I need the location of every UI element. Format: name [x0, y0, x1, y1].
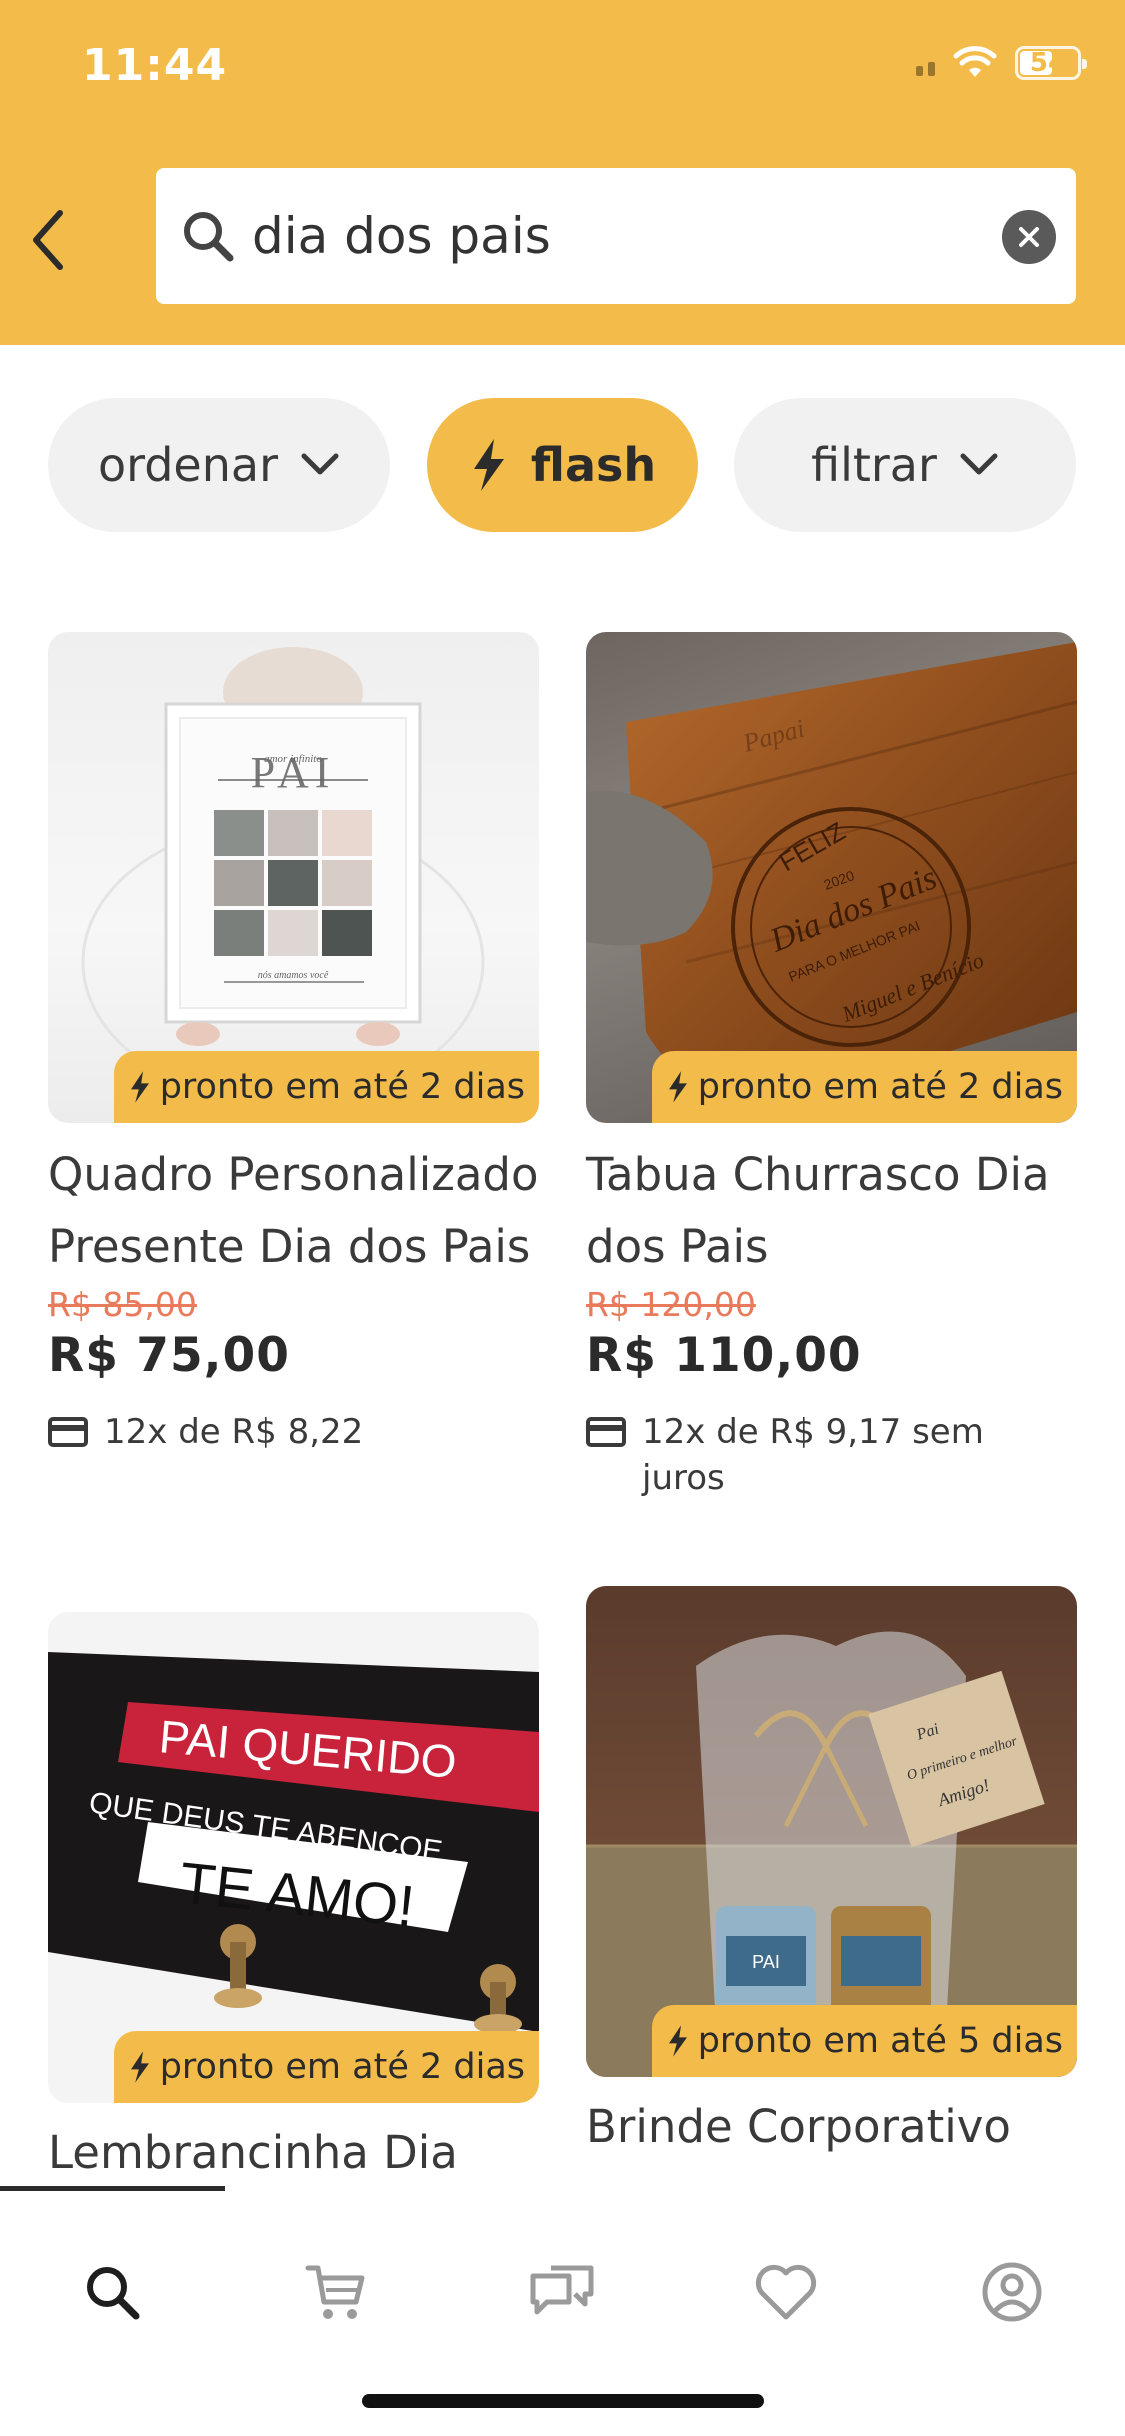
delivery-badge-label: pronto em até 5 dias: [697, 2021, 1063, 2061]
product-installments: 12x de R$ 9,17 sem juros: [586, 1409, 1077, 1501]
product-price: R$ 75,00: [48, 1328, 290, 1383]
delivery-badge: pronto em até 2 dias: [113, 2031, 539, 2103]
nav-search[interactable]: [72, 2252, 152, 2332]
sort-button[interactable]: ordenar: [48, 398, 390, 532]
product-title[interactable]: Lembrancinha Dia: [48, 2117, 539, 2189]
signal-icon: [916, 50, 935, 76]
frame-photo: PAI amor infinito nós amamos você: [81, 647, 485, 1104]
lightning-icon: [473, 439, 504, 491]
product-price: R$ 110,00: [586, 1328, 862, 1383]
status-time: 11:44: [82, 40, 228, 91]
profile-icon: [982, 2262, 1042, 2322]
product-card[interactable]: PAI QUERIDO QUE DEUS TE ABENÇOE TE AMO! …: [48, 1612, 539, 2189]
nav-messages[interactable]: [522, 2252, 602, 2332]
search-input[interactable]: [252, 204, 952, 268]
product-title[interactable]: Tabua Churrasco Dia dos Pais: [586, 1139, 1077, 1283]
product-image[interactable]: PAI amor infinito nós amamos você pronto…: [48, 632, 539, 1123]
flash-filter-button[interactable]: flash: [427, 398, 698, 532]
installments-text: 12x de R$ 8,22: [104, 1412, 364, 1452]
close-icon: [1019, 227, 1039, 247]
nav-cart[interactable]: [296, 2252, 376, 2332]
product-title[interactable]: Quadro Personalizado Presente Dia dos Pa…: [48, 1139, 539, 1283]
chat-icon: [530, 2265, 594, 2315]
lightning-icon: [130, 1071, 149, 1103]
delivery-badge: pronto em até 2 dias: [113, 1051, 539, 1123]
lightning-icon: [668, 2025, 687, 2057]
product-card[interactable]: PAI amor infinito nós amamos você pronto…: [48, 632, 539, 1455]
credit-card-icon: [586, 1417, 626, 1447]
product-card[interactable]: FELIZ 2020 Dia dos Pais PARA O MELHOR PA…: [586, 632, 1077, 1501]
nav-favorites[interactable]: [746, 2252, 826, 2332]
nav-profile[interactable]: [972, 2252, 1052, 2332]
heart-icon: [755, 2264, 817, 2320]
cutting-board-photo: FELIZ 2020 Dia dos Pais PARA O MELHOR PA…: [586, 642, 1077, 1102]
search-icon: [87, 2267, 140, 2320]
frame-footer: nós amamos você: [258, 970, 329, 981]
cart-icon: [305, 2265, 365, 2319]
home-indicator: [362, 2394, 764, 2408]
sort-label: ordenar: [97, 438, 278, 492]
product-card[interactable]: PAI Pai O primeiro e melhor Amigo! pront…: [586, 1586, 1077, 2163]
filter-label: filtrar: [811, 438, 937, 492]
chevron-left-icon: [33, 210, 63, 270]
flash-label: flash: [530, 438, 657, 492]
delivery-badge-label: pronto em até 2 dias: [159, 2047, 525, 2087]
delivery-badge: pronto em até 2 dias: [651, 1051, 1077, 1123]
chevron-down-icon: [301, 453, 339, 475]
product-old-price: R$ 85,00: [48, 1285, 197, 1324]
bottle-label: PAI: [752, 1952, 780, 1972]
key-holder-photo: PAI QUERIDO QUE DEUS TE ABENÇOE TE AMO!: [48, 1652, 539, 2034]
installments-text: 12x de R$ 9,17 sem juros: [642, 1412, 984, 1498]
product-image[interactable]: FELIZ 2020 Dia dos Pais PARA O MELHOR PA…: [586, 632, 1077, 1123]
delivery-badge-label: pronto em até 2 dias: [159, 1067, 525, 1107]
search-bar[interactable]: [156, 168, 1076, 304]
lightning-icon: [130, 2051, 149, 2083]
battery-icon: 54: [1015, 46, 1087, 80]
chevron-down-icon: [960, 453, 998, 475]
status-icons: 54: [916, 46, 1087, 80]
product-title[interactable]: Brinde Corporativo: [586, 2091, 1077, 2163]
search-icon: [184, 212, 234, 262]
header: 11:44 54: [0, 0, 1125, 345]
gift-photo: PAI Pai O primeiro e melhor Amigo!: [586, 1631, 1077, 2077]
product-image[interactable]: PAI QUERIDO QUE DEUS TE ABENÇOE TE AMO! …: [48, 1612, 539, 2103]
clear-search-button[interactable]: [1002, 210, 1056, 264]
credit-card-icon: [48, 1417, 88, 1447]
delivery-badge: pronto em até 5 dias: [651, 2005, 1077, 2077]
scroll-indicator: [0, 2186, 225, 2191]
back-button[interactable]: [18, 200, 78, 280]
product-image[interactable]: PAI Pai O primeiro e melhor Amigo! pront…: [586, 1586, 1077, 2077]
battery-level: 54: [1029, 48, 1067, 78]
delivery-badge-label: pronto em até 2 dias: [697, 1067, 1063, 1107]
filter-button[interactable]: filtrar: [734, 398, 1076, 532]
frame-subtitle: amor infinito: [264, 753, 322, 765]
wifi-icon: [953, 46, 997, 77]
product-installments: 12x de R$ 8,22: [48, 1409, 539, 1455]
lightning-icon: [668, 1071, 687, 1103]
product-old-price: R$ 120,00: [586, 1285, 756, 1324]
